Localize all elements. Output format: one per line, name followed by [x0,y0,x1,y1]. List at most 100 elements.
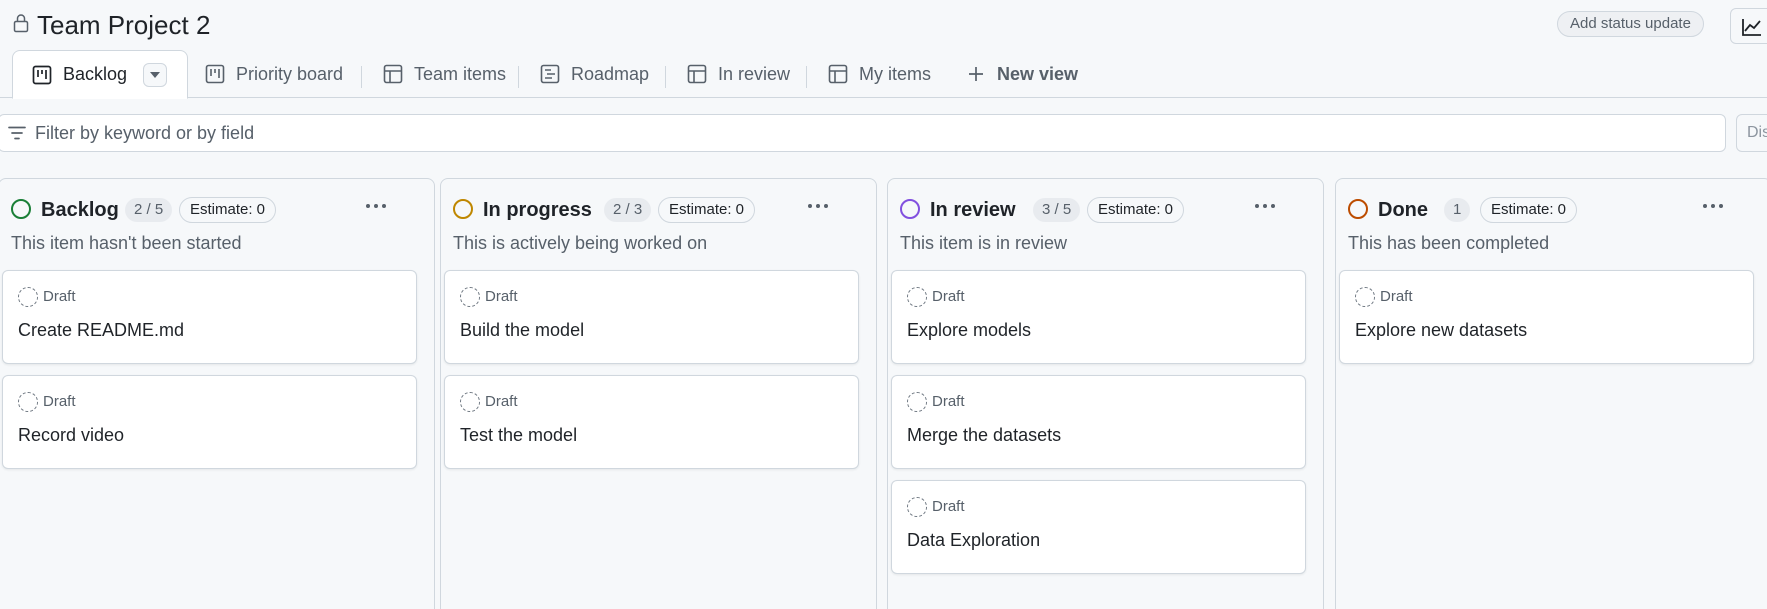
column-header: Done 1 Estimate: 0 This has been complet… [1336,179,1767,259]
column-backlog: Backlog 2 / 5 Estimate: 0 This item hasn… [0,178,435,609]
card-title[interactable]: Record video [18,425,124,446]
column-title: Backlog [41,199,119,221]
view-options-button[interactable] [143,62,168,87]
card-type-label: Draft [1380,288,1413,305]
project-header: Team Project 2 Add status update [0,0,1767,50]
board-card[interactable]: Draft Build the model [444,270,859,364]
draft-issue-icon [907,287,927,307]
tab-label: My items [859,63,931,84]
card-type-label: Draft [485,393,518,410]
item-count-badge: 3 / 5 [1033,198,1081,222]
discard-button[interactable]: Discard [1736,114,1767,152]
new-view-label: New view [997,63,1079,84]
board-card[interactable]: Draft Record video [2,375,417,469]
draft-issue-icon [907,497,927,517]
item-count-badge: 1 [1444,198,1471,222]
column-menu-button[interactable] [361,191,391,221]
table-icon [687,64,707,84]
card-type-label: Draft [485,288,518,305]
column-menu-button[interactable] [803,191,833,221]
column-description: This item is in review [900,233,1068,253]
column-done: Done 1 Estimate: 0 This has been complet… [1335,178,1767,609]
item-count-badge: 2 / 3 [604,198,652,222]
board-icon [205,64,225,84]
kebab-horizontal-icon [1703,204,1723,208]
tab-priority-board[interactable]: Priority board [205,50,343,98]
roadmap-icon [540,64,560,84]
lock-icon [13,14,29,33]
column-title: Done [1378,199,1428,221]
estimate-badge: Estimate: 0 [1480,197,1578,223]
tab-divider [361,66,362,88]
card-type-label: Draft [932,498,965,515]
filter-input[interactable] [35,115,1635,151]
tab-divider [665,66,666,88]
draft-issue-icon [18,392,38,412]
card-title[interactable]: Data Exploration [907,530,1040,551]
draft-issue-icon [907,392,927,412]
status-circle-icon [453,199,473,219]
tab-label: Backlog [63,64,128,84]
project-title: Team Project 2 [37,10,211,40]
status-circle-icon [900,199,920,219]
table-icon [828,64,848,84]
board-card[interactable]: Draft Explore models [891,270,1306,364]
board-card[interactable]: Draft Data Exploration [891,480,1306,574]
card-title[interactable]: Explore models [907,320,1031,341]
column-title: In review [930,199,1016,221]
add-status-update-button[interactable]: Add status update [1557,11,1704,37]
column-menu-button[interactable] [1250,191,1280,221]
column-header: Backlog 2 / 5 Estimate: 0 This item hasn… [0,179,434,259]
card-title[interactable]: Explore new datasets [1355,320,1527,341]
tab-label: Priority board [236,63,344,84]
tab-roadmap[interactable]: Roadmap [540,50,649,98]
board-card[interactable]: Draft Explore new datasets [1339,270,1754,364]
card-type-label: Draft [932,288,965,305]
project-board-page: Team Project 2 Add status update Backlog [0,0,1767,609]
draft-issue-icon [18,287,38,307]
tab-label: In review [718,63,791,84]
plus-icon [969,67,983,81]
draft-issue-icon [460,287,480,307]
card-type-label: Draft [43,288,76,305]
estimate-badge: Estimate: 0 [658,197,756,223]
board-card[interactable]: Draft Merge the datasets [891,375,1306,469]
column-menu-button[interactable] [1698,191,1728,221]
tab-my-items[interactable]: My items [828,50,931,98]
tab-team-items[interactable]: Team items [383,50,506,98]
tab-in-review[interactable]: In review [687,50,790,98]
board-card[interactable]: Draft Create README.md [2,270,417,364]
estimate-badge: Estimate: 0 [179,197,277,223]
kebab-horizontal-icon [808,204,828,208]
tab-backlog[interactable]: Backlog [12,50,189,99]
column-description: This item hasn't been started [11,233,242,253]
column-header: In progress 2 / 3 Estimate: 0 This is ac… [441,179,876,259]
column-title: In progress [483,199,592,221]
column-in-review: In review 3 / 5 Estimate: 0 This item is… [887,178,1324,609]
table-icon [383,64,403,84]
new-view-button[interactable]: New view [966,50,1078,98]
tab-label: Team items [414,63,507,84]
kebab-horizontal-icon [366,204,386,208]
triangle-down-icon [150,71,161,78]
filter-icon [8,126,26,140]
card-title[interactable]: Create README.md [18,320,184,341]
status-circle-icon [11,199,31,219]
column-in-progress: In progress 2 / 3 Estimate: 0 This is ac… [440,178,877,609]
column-description: This has been completed [1348,233,1550,253]
board-card[interactable]: Draft Test the model [444,375,859,469]
kebab-horizontal-icon [1255,204,1275,208]
filter-bar [0,114,1726,152]
view-tabs: Backlog Priority board Team items Roadma… [0,50,1767,99]
card-title[interactable]: Merge the datasets [907,425,1061,446]
tab-divider [806,66,807,88]
draft-issue-icon [1355,287,1375,307]
item-count-badge: 2 / 5 [125,198,173,222]
card-title[interactable]: Build the model [460,320,584,341]
column-description: This is actively being worked on [453,233,708,253]
status-circle-icon [1348,199,1368,219]
insights-button[interactable] [1730,8,1767,44]
card-title[interactable]: Test the model [460,425,577,446]
card-type-label: Draft [43,393,76,410]
card-type-label: Draft [932,393,965,410]
